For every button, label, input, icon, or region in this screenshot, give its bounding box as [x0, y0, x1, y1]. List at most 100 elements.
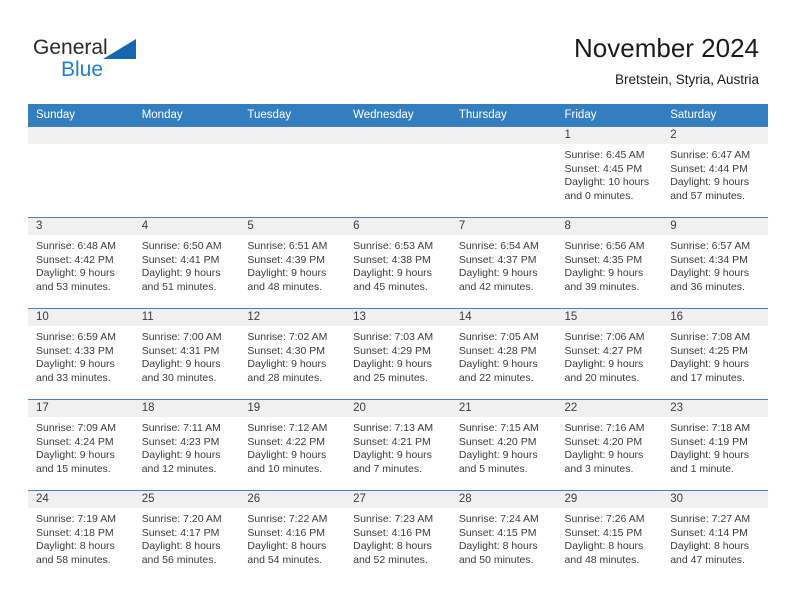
daylight-text-cont: and 57 minutes. — [670, 189, 745, 202]
calendar-day-cell[interactable]: 6 Sunrise: 6:53 AM Sunset: 4:38 PM Daylight… — [345, 217, 451, 309]
daylight-text: Daylight: 8 hours — [353, 540, 432, 553]
daylight-text-cont: and 22 minutes. — [458, 371, 534, 384]
daylight-text-cont: and 58 minutes. — [36, 553, 111, 566]
day-details: Sunrise: 6:48 AM Sunset: 4:42 PM Daylight:… — [28, 235, 134, 294]
daylight-text: Daylight: 8 hours — [458, 540, 538, 553]
calendar-day-cell[interactable]: 30 Sunrise: 7:27 AM Sunset: 4:14 PM Dayligh… — [662, 490, 768, 581]
weekday-header-tuesday: Tuesday — [239, 104, 346, 127]
day-number — [28, 127, 134, 144]
calendar-day-cell[interactable]: 15 Sunrise: 7:06 AM Sunset: 4:27 PM Dayligh… — [556, 308, 663, 400]
daylight-text-cont: and 20 minutes. — [564, 371, 640, 384]
daylight-text-cont: and 54 minutes. — [247, 553, 323, 566]
sunrise-text: Sunrise: 7:12 AM — [247, 422, 328, 434]
day-details: Sunrise: 6:50 AM Sunset: 4:41 PM Daylight:… — [134, 235, 240, 294]
calendar-day-cell[interactable]: 25 Sunrise: 7:20 AM Sunset: 4:17 PM Dayligh… — [133, 490, 240, 581]
calendar-day-cell[interactable]: 3 Sunrise: 6:48 AM Sunset: 4:42 PM Daylight… — [28, 217, 134, 309]
weekday-header-thursday: Thursday — [450, 104, 557, 127]
weekday-header-saturday: Saturday — [662, 104, 768, 127]
sunrise-text: Sunrise: 7:02 AM — [247, 331, 328, 343]
daylight-text: Daylight: 9 hours — [458, 358, 538, 371]
day-details: Sunrise: 7:16 AM Sunset: 4:20 PM Daylight:… — [557, 417, 663, 476]
calendar-page: General Blue November 2024 Bretstein, St… — [0, 0, 792, 612]
daylight-text: Daylight: 10 hours — [564, 176, 650, 189]
page-title: November 2024 — [574, 33, 759, 63]
calendar-day-cell[interactable]: 4 Sunrise: 6:50 AM Sunset: 4:41 PM Daylight… — [133, 217, 240, 309]
daylight-text: Daylight: 9 hours — [36, 449, 115, 462]
sunset-text: Sunset: 4:17 PM — [141, 526, 220, 539]
daylight-text: Daylight: 9 hours — [564, 358, 644, 371]
day-details: Sunrise: 7:18 AM Sunset: 4:19 PM Daylight:… — [662, 417, 768, 476]
daylight-text-cont: and 47 minutes. — [670, 553, 745, 566]
day-details: Sunrise: 7:00 AM Sunset: 4:31 PM Daylight:… — [134, 326, 240, 385]
day-number: 21 — [450, 400, 557, 417]
calendar-day-cell[interactable]: 28 Sunrise: 7:24 AM Sunset: 4:15 PM Dayligh… — [450, 490, 557, 581]
daylight-text-cont: and 30 minutes. — [141, 371, 217, 384]
calendar-day-cell[interactable]: 7 Sunrise: 6:54 AM Sunset: 4:37 PM Daylight… — [450, 217, 557, 309]
calendar-day-cell[interactable]: 27 Sunrise: 7:23 AM Sunset: 4:16 PM Dayligh… — [345, 490, 451, 581]
calendar-day-cell[interactable]: 14 Sunrise: 7:05 AM Sunset: 4:28 PM Dayligh… — [450, 308, 557, 400]
sunrise-text: Sunrise: 7:08 AM — [670, 331, 751, 343]
daylight-text-cont: and 3 minutes. — [564, 462, 634, 475]
calendar-week-row: 24 Sunrise: 7:19 AM Sunset: 4:18 PM Dayligh… — [28, 490, 768, 581]
calendar-day-cell[interactable]: 22 Sunrise: 7:16 AM Sunset: 4:20 PM Dayligh… — [556, 399, 663, 491]
calendar-day-cell[interactable]: 11 Sunrise: 7:00 AM Sunset: 4:31 PM Dayligh… — [133, 308, 240, 400]
day-number: 16 — [662, 309, 768, 326]
day-details: Sunrise: 6:47 AM Sunset: 4:44 PM Daylight:… — [662, 144, 768, 203]
sunrise-text: Sunrise: 7:23 AM — [353, 513, 434, 525]
day-details: Sunrise: 7:13 AM Sunset: 4:21 PM Daylight:… — [345, 417, 451, 476]
calendar-day-cell[interactable]: 20 Sunrise: 7:13 AM Sunset: 4:21 PM Dayligh… — [345, 399, 451, 491]
daylight-text: Daylight: 9 hours — [36, 267, 115, 280]
calendar-day-cell[interactable]: 2 Sunrise: 6:47 AM Sunset: 4:44 PM Daylight… — [662, 126, 768, 218]
day-details: Sunrise: 6:59 AM Sunset: 4:33 PM Daylight:… — [28, 326, 134, 385]
calendar-day-cell[interactable]: 12 Sunrise: 7:02 AM Sunset: 4:30 PM Dayligh… — [239, 308, 346, 400]
calendar-day-cell[interactable]: 13 Sunrise: 7:03 AM Sunset: 4:29 PM Dayligh… — [345, 308, 451, 400]
sunset-text: Sunset: 4:19 PM — [670, 435, 748, 448]
day-details: Sunrise: 7:23 AM Sunset: 4:16 PM Daylight:… — [345, 508, 451, 567]
calendar-week-row: 3 Sunrise: 6:48 AM Sunset: 4:42 PM Daylight… — [28, 217, 768, 309]
day-number: 29 — [556, 491, 663, 508]
calendar-day-cell[interactable]: 29 Sunrise: 7:26 AM Sunset: 4:15 PM Dayligh… — [556, 490, 663, 581]
calendar-day-cell[interactable]: 21 Sunrise: 7:15 AM Sunset: 4:20 PM Dayligh… — [450, 399, 557, 491]
day-number: 30 — [662, 491, 768, 508]
day-details: Sunrise: 7:11 AM Sunset: 4:23 PM Daylight:… — [134, 417, 240, 476]
day-number: 25 — [133, 491, 240, 508]
calendar-day-cell[interactable]: 5 Sunrise: 6:51 AM Sunset: 4:39 PM Daylight… — [239, 217, 346, 309]
daylight-text-cont: and 28 minutes. — [247, 371, 323, 384]
sunrise-text: Sunrise: 7:16 AM — [564, 422, 645, 434]
sunset-text: Sunset: 4:15 PM — [458, 526, 537, 539]
daylight-text-cont: and 45 minutes. — [353, 280, 428, 293]
daylight-text: Daylight: 9 hours — [36, 358, 115, 371]
day-details: Sunrise: 6:56 AM Sunset: 4:35 PM Daylight:… — [557, 235, 663, 294]
daylight-text-cont: and 5 minutes. — [458, 462, 528, 475]
calendar-day-cell[interactable]: 18 Sunrise: 7:11 AM Sunset: 4:23 PM Dayligh… — [133, 399, 240, 491]
sunset-text: Sunset: 4:37 PM — [458, 253, 537, 266]
calendar-day-cell[interactable]: 23 Sunrise: 7:18 AM Sunset: 4:19 PM Dayligh… — [662, 399, 768, 491]
calendar-day-cell[interactable]: 16 Sunrise: 7:08 AM Sunset: 4:25 PM Dayligh… — [662, 308, 768, 400]
daylight-text-cont: and 0 minutes. — [564, 189, 634, 202]
calendar-day-cell[interactable]: 17 Sunrise: 7:09 AM Sunset: 4:24 PM Dayligh… — [28, 399, 134, 491]
sunrise-text: Sunrise: 6:48 AM — [36, 240, 116, 252]
sunset-text: Sunset: 4:23 PM — [141, 435, 220, 448]
page-subtitle: Bretstein, Styria, Austria — [614, 72, 759, 87]
calendar-day-cell[interactable]: 9 Sunrise: 6:57 AM Sunset: 4:34 PM Daylight… — [662, 217, 768, 309]
day-details: Sunrise: 6:57 AM Sunset: 4:34 PM Daylight:… — [662, 235, 768, 294]
calendar-day-cell[interactable]: 1 Sunrise: 6:45 AM Sunset: 4:45 PM Daylight… — [556, 126, 663, 218]
brand-logo[interactable]: General Blue — [33, 36, 213, 88]
calendar-day-cell[interactable]: 10 Sunrise: 6:59 AM Sunset: 4:33 PM Dayligh… — [28, 308, 134, 400]
title-block: November 2024 Bretstein, Styria, Austria — [299, 32, 759, 90]
sunset-text: Sunset: 4:33 PM — [36, 344, 114, 357]
daylight-text-cont: and 33 minutes. — [36, 371, 111, 384]
brand-name-blue: Blue — [61, 58, 104, 81]
calendar-table: Sunday Monday Tuesday Wednesday Thursday Frid… — [28, 104, 768, 581]
sunset-text: Sunset: 4:35 PM — [564, 253, 643, 266]
day-number: 23 — [662, 400, 768, 417]
calendar-day-cell[interactable]: 19 Sunrise: 7:12 AM Sunset: 4:22 PM Dayligh… — [239, 399, 346, 491]
daylight-text-cont: and 48 minutes. — [564, 553, 640, 566]
calendar-day-cell[interactable]: 26 Sunrise: 7:22 AM Sunset: 4:16 PM Dayligh… — [239, 490, 346, 581]
daylight-text-cont: and 39 minutes. — [564, 280, 640, 293]
sunset-text: Sunset: 4:30 PM — [247, 344, 326, 357]
daylight-text: Daylight: 9 hours — [458, 449, 538, 462]
sunrise-text: Sunrise: 7:18 AM — [670, 422, 751, 434]
calendar-day-cell[interactable]: 8 Sunrise: 6:56 AM Sunset: 4:35 PM Daylight… — [556, 217, 663, 309]
calendar-day-cell[interactable]: 24 Sunrise: 7:19 AM Sunset: 4:18 PM Dayligh… — [28, 490, 134, 581]
